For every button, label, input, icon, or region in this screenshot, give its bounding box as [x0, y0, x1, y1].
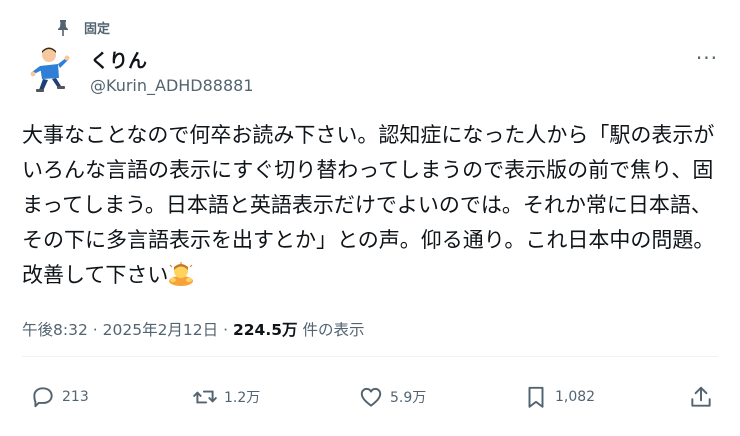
repost-count: 1.2万 [224, 390, 261, 406]
like-count: 5.9万 [390, 390, 427, 406]
more-options-button[interactable]: ··· [696, 46, 718, 70]
views-count: 224.5万 [232, 321, 298, 339]
reply-count: 213 [62, 389, 89, 405]
avatar[interactable] [22, 44, 74, 96]
pinned-label: 固定 [84, 22, 111, 37]
tweet-meta: 午後8:32 · 2025年2月12日 · 224.5万 件の表示 [22, 318, 364, 340]
tweet-time[interactable]: 午後8:32 [22, 321, 88, 339]
bookmark-button[interactable]: 1,082 [523, 384, 595, 410]
tweet-date[interactable]: 2025年2月12日 [103, 321, 219, 339]
tweet-text-container: 大事なことなので何卒お読み下さい。認知症になった人から「駅の表示がいろんな言語の… [22, 118, 722, 293]
repost-button[interactable]: 1.2万 [192, 384, 260, 410]
action-bar: 213 1.2万 5.9万 1,082 [0, 384, 740, 420]
views-label: 件の表示 [302, 321, 365, 339]
meta-separator: · [92, 321, 98, 339]
bookmark-icon [528, 386, 544, 408]
repost-icon [193, 390, 217, 404]
bookmark-count: 1,082 [555, 389, 596, 405]
like-icon [360, 387, 382, 407]
avatar-illustration [30, 47, 70, 92]
person-bowing-emoji [169, 262, 194, 286]
like-button[interactable]: 5.9万 [358, 384, 426, 410]
divider [22, 356, 718, 357]
reply-button[interactable]: 213 [30, 384, 89, 410]
author-display-name[interactable]: くりん [90, 46, 147, 73]
author-handle[interactable]: @Kurin_ADHD88881 [90, 76, 254, 95]
pin-icon [58, 19, 68, 36]
reply-icon [33, 387, 53, 408]
meta-separator: · [223, 321, 229, 339]
tweet-text: 大事なことなので何卒お読み下さい。認知症になった人から「駅の表示がいろんな言語の… [22, 123, 715, 287]
pinned-indicator: 固定 [56, 18, 110, 37]
share-button[interactable] [688, 384, 714, 410]
share-icon [691, 386, 711, 407]
